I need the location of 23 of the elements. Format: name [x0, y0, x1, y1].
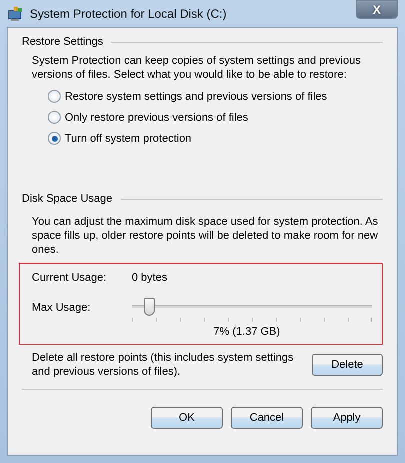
field-label: Current Usage: — [32, 272, 108, 284]
window-title: System Protection for Local Disk (C:) — [30, 6, 228, 20]
close-button[interactable]: X — [356, 0, 398, 19]
dialog-button[interactable]: Cancel — [231, 407, 303, 429]
radio-button[interactable] — [48, 132, 61, 145]
delete-button[interactable]: Delete — [312, 354, 383, 376]
description-text: System Protection can keep copies of system settings and previous versions of files. Select what you would like to be able to restore: — [32, 54, 362, 82]
group-heading: Restore Settings — [22, 36, 104, 48]
group-heading: Disk Space Usage — [22, 193, 112, 205]
field-label: Max Usage: — [32, 302, 92, 314]
usage-value: 0 bytes — [132, 272, 168, 284]
slider-thumb[interactable] — [144, 298, 155, 316]
dialog-button[interactable]: Apply — [311, 407, 383, 429]
radio-button[interactable] — [48, 111, 61, 124]
description-text: You can adjust the maximum disk space used for system protection. As space fills up, older restore points will be deleted to make room for new ones. — [32, 215, 380, 257]
radio-label: Only restore previous versions of files — [65, 112, 248, 124]
usage-reading: 7% (1.37 GB) — [214, 326, 280, 338]
dialog-button[interactable]: OK — [151, 407, 223, 429]
delete-description: Delete all restore points (this includes system settings and previous versions of files). — [32, 351, 295, 379]
radio-button[interactable] — [48, 90, 61, 103]
radio-label: Turn off system protection — [65, 132, 192, 144]
radio-label: Restore system settings and previous versions of files — [65, 90, 328, 102]
usage-slider[interactable] — [132, 298, 372, 320]
